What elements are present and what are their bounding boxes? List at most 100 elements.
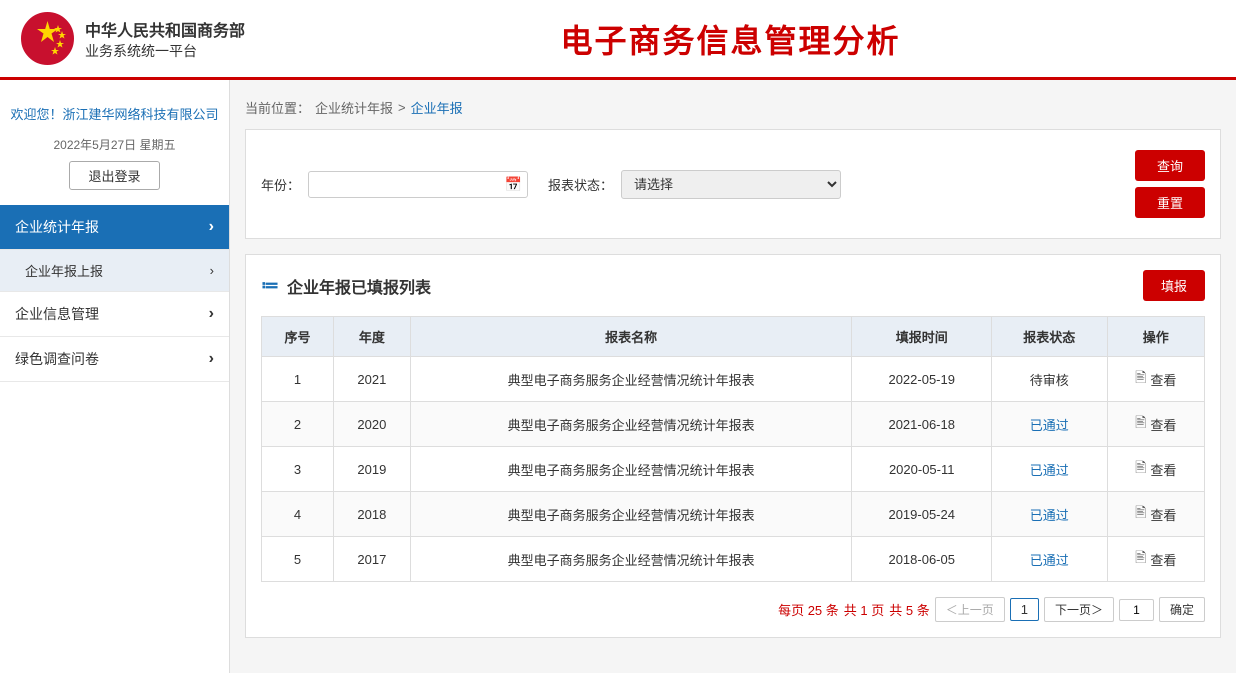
cell-name-4: 典型电子商务服务企业经营情况统计年报表 bbox=[410, 537, 852, 582]
header: 中华人民共和国商务部 业务系统统一平台 电子商务信息管理分析 bbox=[0, 0, 1236, 80]
sidebar-logout-area: 退出登录 bbox=[0, 161, 229, 205]
table-row: 3 2019 典型电子商务服务企业经营情况统计年报表 2020-05-11 已通… bbox=[262, 447, 1205, 492]
fill-button[interactable]: 填报 bbox=[1143, 270, 1205, 301]
view-label-4: 查看 bbox=[1150, 550, 1176, 569]
view-label-2: 查看 bbox=[1150, 460, 1176, 479]
col-name: 报表名称 bbox=[410, 317, 852, 357]
view-label-1: 查看 bbox=[1150, 415, 1176, 434]
search-panel: 年份： 📅 报表状态： 请选择 待审核 已通过 已退回 查询 重置 bbox=[245, 129, 1221, 239]
table-row: 5 2017 典型电子商务服务企业经营情况统计年报表 2018-06-05 已通… bbox=[262, 537, 1205, 582]
query-button[interactable]: 查询 bbox=[1135, 150, 1205, 181]
table-title-text: 企业年报已填报列表 bbox=[287, 274, 431, 298]
cell-action-1: 🖹 查看 bbox=[1107, 402, 1205, 447]
sidebar-item-annual-report[interactable]: 企业统计年报 › bbox=[0, 205, 229, 250]
cell-year-1: 2020 bbox=[333, 402, 410, 447]
cell-date-4: 2018-06-05 bbox=[852, 537, 992, 582]
col-year: 年度 bbox=[333, 317, 410, 357]
ministry-name: 中华人民共和国商务部 bbox=[85, 17, 245, 41]
next-page-button[interactable]: 下一页＞ bbox=[1044, 597, 1114, 622]
cell-status-2: 已通过 bbox=[992, 447, 1107, 492]
chevron-right-icon-3: › bbox=[209, 350, 214, 368]
sidebar: 欢迎您！浙江建华网络科技有限公司 2022年5月27日 星期五 退出登录 企业统… bbox=[0, 80, 230, 673]
cell-seq-2: 3 bbox=[262, 447, 334, 492]
view-icon-1: 🖹 bbox=[1135, 412, 1146, 436]
year-field: 年份： 📅 bbox=[261, 171, 528, 198]
sidebar-date: 2022年5月27日 星期五 bbox=[0, 136, 229, 161]
cell-seq-0: 1 bbox=[262, 357, 334, 402]
main-content: 当前位置： 企业统计年报 > 企业年报 年份： 📅 报表状态： 请选择 待审核 … bbox=[230, 80, 1236, 673]
sidebar-item-green-survey[interactable]: 绿色调查问卷 › bbox=[0, 337, 229, 382]
table-title-area: ≔ 企业年报已填报列表 bbox=[261, 274, 431, 298]
emblem-icon bbox=[20, 11, 75, 66]
cell-seq-4: 5 bbox=[262, 537, 334, 582]
table-body: 1 2021 典型电子商务服务企业经营情况统计年报表 2022-05-19 待审… bbox=[262, 357, 1205, 582]
view-link-3[interactable]: 🖹 查看 bbox=[1135, 502, 1176, 526]
sidebar-item-company-label: 企业信息管理 bbox=[15, 304, 99, 324]
cell-name-0: 典型电子商务服务企业经营情况统计年报表 bbox=[410, 357, 852, 402]
view-label-0: 查看 bbox=[1150, 370, 1176, 389]
cell-status-0: 待审核 bbox=[992, 357, 1107, 402]
sidebar-item-annual-report-label: 企业统计年报 bbox=[15, 217, 99, 237]
breadcrumb: 当前位置： 企业统计年报 > 企业年报 bbox=[245, 90, 1221, 129]
total-pages-info: 共 1 页 bbox=[844, 600, 884, 619]
status-select[interactable]: 请选择 待审核 已通过 已退回 bbox=[621, 170, 841, 199]
reset-button[interactable]: 重置 bbox=[1135, 187, 1205, 218]
pagination: 每页 25 条 共 1 页 共 5 条 ＜上一页 1 下一页＞ 确定 bbox=[261, 597, 1205, 622]
cell-name-3: 典型电子商务服务企业经营情况统计年报表 bbox=[410, 492, 852, 537]
col-date: 填报时间 bbox=[852, 317, 992, 357]
go-to-page-input[interactable] bbox=[1119, 599, 1154, 621]
view-label-3: 查看 bbox=[1150, 505, 1176, 524]
search-buttons: 查询 重置 bbox=[1135, 150, 1205, 218]
cell-action-4: 🖹 查看 bbox=[1107, 537, 1205, 582]
logout-button[interactable]: 退出登录 bbox=[69, 161, 159, 190]
confirm-page-button[interactable]: 确定 bbox=[1159, 597, 1205, 622]
total-rows-info: 共 5 条 bbox=[889, 600, 929, 619]
chevron-right-icon-2: › bbox=[209, 305, 214, 323]
view-link-2[interactable]: 🖹 查看 bbox=[1135, 457, 1176, 481]
cell-date-0: 2022-05-19 bbox=[852, 357, 992, 402]
main-layout: 欢迎您！浙江建华网络科技有限公司 2022年5月27日 星期五 退出登录 企业统… bbox=[0, 80, 1236, 673]
cell-date-2: 2020-05-11 bbox=[852, 447, 992, 492]
table-thead: 序号 年度 报表名称 填报时间 报表状态 操作 bbox=[262, 317, 1205, 357]
breadcrumb-prefix: 当前位置： bbox=[245, 98, 310, 117]
view-link-0[interactable]: 🖹 查看 bbox=[1135, 367, 1176, 391]
view-icon-3: 🖹 bbox=[1135, 502, 1146, 526]
sidebar-item-annual-report-upload[interactable]: 企业年报上报 › bbox=[0, 250, 229, 292]
year-label: 年份： bbox=[261, 175, 300, 194]
list-icon: ≔ bbox=[261, 275, 279, 296]
col-action: 操作 bbox=[1107, 317, 1205, 357]
year-input[interactable] bbox=[308, 171, 528, 198]
view-icon-2: 🖹 bbox=[1135, 457, 1146, 481]
breadcrumb-parent: 企业统计年报 bbox=[315, 98, 393, 117]
prev-page-button[interactable]: ＜上一页 bbox=[935, 597, 1005, 622]
cell-seq-3: 4 bbox=[262, 492, 334, 537]
table-header-row: 序号 年度 报表名称 填报时间 报表状态 操作 bbox=[262, 317, 1205, 357]
cell-status-1: 已通过 bbox=[992, 402, 1107, 447]
view-link-4[interactable]: 🖹 查看 bbox=[1135, 547, 1176, 571]
cell-name-1: 典型电子商务服务企业经营情况统计年报表 bbox=[410, 402, 852, 447]
cell-year-2: 2019 bbox=[333, 447, 410, 492]
table-row: 1 2021 典型电子商务服务企业经营情况统计年报表 2022-05-19 待审… bbox=[262, 357, 1205, 402]
logo-text: 中华人民共和国商务部 业务系统统一平台 bbox=[85, 17, 245, 61]
breadcrumb-current: 企业年报 bbox=[411, 98, 463, 117]
cell-status-3: 已通过 bbox=[992, 492, 1107, 537]
cell-action-3: 🖹 查看 bbox=[1107, 492, 1205, 537]
breadcrumb-separator: > bbox=[398, 100, 406, 115]
cell-status-4: 已通过 bbox=[992, 537, 1107, 582]
report-table: 序号 年度 报表名称 填报时间 报表状态 操作 1 2021 典型电子商务服务企… bbox=[261, 316, 1205, 582]
sidebar-item-company-info[interactable]: 企业信息管理 › bbox=[0, 292, 229, 337]
col-status: 报表状态 bbox=[992, 317, 1107, 357]
cell-date-1: 2021-06-18 bbox=[852, 402, 992, 447]
view-icon-4: 🖹 bbox=[1135, 547, 1146, 571]
table-section: ≔ 企业年报已填报列表 填报 序号 年度 报表名称 填报时间 报表状态 操作 bbox=[245, 254, 1221, 638]
cell-action-2: 🖹 查看 bbox=[1107, 447, 1205, 492]
view-link-1[interactable]: 🖹 查看 bbox=[1135, 412, 1176, 436]
cell-seq-1: 2 bbox=[262, 402, 334, 447]
per-page-info: 每页 25 条 bbox=[778, 600, 839, 619]
status-field: 报表状态： 请选择 待审核 已通过 已退回 bbox=[548, 170, 841, 199]
cell-year-4: 2017 bbox=[333, 537, 410, 582]
status-label: 报表状态： bbox=[548, 175, 613, 194]
current-page: 1 bbox=[1010, 598, 1039, 621]
table-row: 4 2018 典型电子商务服务企业经营情况统计年报表 2019-05-24 已通… bbox=[262, 492, 1205, 537]
table-row: 2 2020 典型电子商务服务企业经营情况统计年报表 2021-06-18 已通… bbox=[262, 402, 1205, 447]
